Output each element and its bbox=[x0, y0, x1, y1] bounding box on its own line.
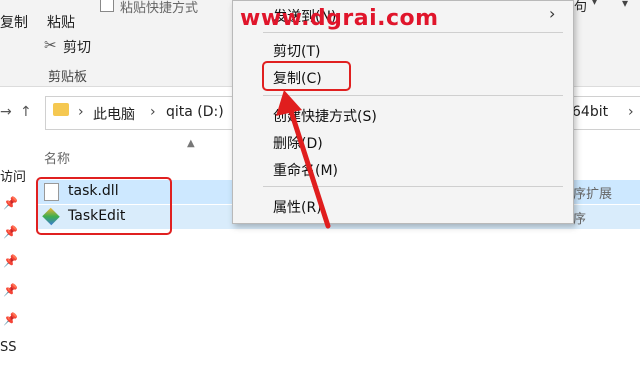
folder-icon bbox=[53, 103, 69, 116]
pin-icon[interactable]: 📌 bbox=[3, 196, 18, 210]
menu-separator bbox=[263, 32, 563, 33]
copy-button-label[interactable]: 复制 bbox=[0, 12, 28, 32]
quick-access-label[interactable]: 访问 bbox=[0, 166, 26, 185]
breadcrumb-this-pc[interactable]: 此电脑 bbox=[93, 104, 135, 124]
red-arrow-annotation bbox=[276, 90, 331, 229]
chevron-right-icon[interactable]: › bbox=[150, 104, 156, 120]
pin-icon[interactable]: 📌 bbox=[3, 225, 18, 239]
up-arrow-icon[interactable]: ↑ bbox=[20, 104, 32, 120]
highlight-box-files bbox=[36, 177, 172, 235]
pin-icon[interactable]: 📌 bbox=[3, 312, 18, 326]
ribbon-pin-icon[interactable]: ▾ bbox=[622, 0, 628, 10]
clipboard-group-label: 剪贴板 bbox=[48, 70, 88, 85]
pin-icon[interactable]: 📌 bbox=[3, 254, 18, 268]
chevron-right-icon[interactable]: › bbox=[628, 104, 634, 120]
sort-arrow-icon: ▲ bbox=[187, 138, 195, 149]
column-header-name[interactable]: 名称 bbox=[44, 148, 70, 167]
paste-shortcut-button[interactable]: 粘贴快捷方式 bbox=[120, 0, 198, 16]
menu-item-label: 剪切(T) bbox=[273, 44, 321, 60]
pin-icon[interactable]: 📌 bbox=[3, 283, 18, 297]
forward-arrow-icon[interactable]: → bbox=[0, 104, 12, 120]
menu-item-cut[interactable]: 剪切(T) bbox=[233, 37, 573, 63]
chevron-down-icon[interactable]: ▾ bbox=[592, 0, 597, 8]
scissors-icon: ✂ bbox=[44, 36, 57, 54]
chevron-right-icon: › bbox=[549, 4, 556, 23]
nav-item-label[interactable]: SS bbox=[0, 340, 17, 355]
paste-button-label[interactable]: 粘贴 bbox=[47, 12, 75, 32]
watermark: www.dgrai.com bbox=[240, 6, 439, 31]
paste-shortcut-icon bbox=[100, 0, 114, 12]
breadcrumb-drive[interactable]: qita (D:) bbox=[166, 104, 224, 120]
file-type: 序扩展 bbox=[573, 187, 613, 202]
ribbon-right-label[interactable]: 句 bbox=[574, 0, 587, 15]
breadcrumb-64bit[interactable]: 64bit bbox=[572, 104, 608, 120]
cut-button[interactable]: 剪切 bbox=[63, 37, 91, 57]
file-type: 序 bbox=[573, 212, 587, 227]
chevron-right-icon[interactable]: › bbox=[78, 104, 84, 120]
